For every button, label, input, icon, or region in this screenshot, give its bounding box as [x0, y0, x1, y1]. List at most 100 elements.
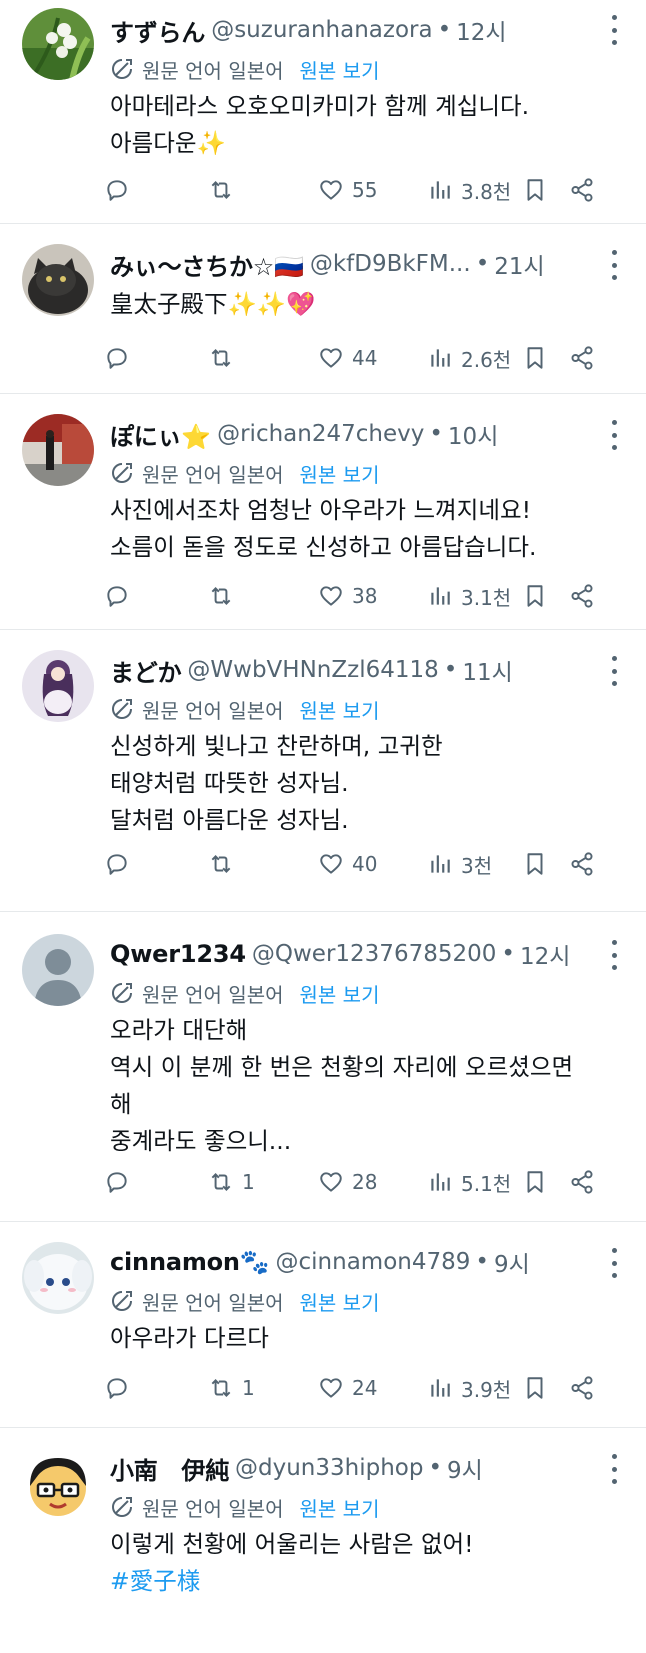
like-button[interactable]: 24: [318, 1375, 377, 1401]
separator-dot: •: [501, 941, 515, 967]
reply-icon: [107, 854, 127, 875]
retweet-button[interactable]: [208, 177, 242, 203]
reply-button[interactable]: [104, 177, 138, 203]
avatar[interactable]: [22, 650, 94, 722]
view-count: 3.8천: [461, 179, 512, 204]
user-handle[interactable]: @richan247chevy: [217, 421, 424, 447]
share-icon: [571, 1376, 593, 1400]
display-name[interactable]: Qwer1234: [110, 940, 246, 968]
reply-button[interactable]: [104, 851, 138, 877]
tweet[interactable]: まどか @WwbVHNnZzl64118 • 11시 원문 언어 일본어 원본 …: [0, 630, 646, 912]
timestamp[interactable]: 12시: [520, 937, 570, 971]
user-handle[interactable]: @suzuranhanazora: [211, 17, 432, 43]
avatar[interactable]: [22, 244, 94, 316]
bookmark-icon: [527, 179, 543, 201]
avatar[interactable]: [22, 1448, 94, 1520]
display-name[interactable]: ぽにぃ⭐: [110, 417, 211, 452]
avatar[interactable]: [22, 414, 94, 486]
like-button[interactable]: 38: [318, 583, 377, 609]
tweet[interactable]: 小南 伊純 @dyun33hiphop • 9시 원문 언어 일본어 원본 보기…: [0, 1428, 646, 1653]
like-button[interactable]: 55: [318, 177, 377, 203]
display-name[interactable]: 小南 伊純: [110, 1451, 229, 1486]
like-button[interactable]: 44: [318, 345, 377, 371]
timestamp[interactable]: 9시: [447, 1451, 483, 1485]
avatar[interactable]: [22, 1242, 94, 1314]
views-button[interactable]: 3.1천: [427, 582, 511, 611]
bookmark-button[interactable]: [522, 1375, 548, 1401]
user-handle[interactable]: @WwbVHNnZzl64118: [187, 657, 438, 683]
source-language-label: 원문 언어 일본어: [142, 1290, 284, 1315]
tweet-text: 皇太子殿下✨✨💖: [110, 286, 628, 323]
reply-button[interactable]: [104, 1375, 138, 1401]
retweet-button[interactable]: 1: [208, 1375, 255, 1401]
user-handle[interactable]: @Qwer12376785200: [252, 941, 497, 967]
views-button[interactable]: 3천: [427, 850, 492, 879]
bookmark-button[interactable]: [522, 851, 548, 877]
share-button[interactable]: [569, 583, 595, 609]
views-button[interactable]: 2.6천: [427, 344, 511, 373]
display-name[interactable]: cinnamon🐾: [110, 1248, 270, 1276]
retweet-button[interactable]: 1: [208, 1169, 255, 1195]
share-button[interactable]: [569, 1169, 595, 1195]
user-handle[interactable]: @cinnamon4789: [276, 1249, 471, 1275]
retweet-button[interactable]: [208, 345, 242, 371]
retweet-icon: [211, 855, 231, 873]
show-original-link[interactable]: 원본 보기: [300, 1493, 380, 1522]
display-name[interactable]: まどか: [110, 653, 182, 688]
views-button[interactable]: 3.8천: [427, 176, 511, 205]
user-handle[interactable]: @dyun33hiphop: [235, 1455, 423, 1481]
timestamp[interactable]: 10시: [448, 417, 498, 451]
share-button[interactable]: [569, 851, 595, 877]
reply-icon: [107, 1378, 127, 1399]
timestamp[interactable]: 12시: [456, 13, 506, 47]
bookmark-button[interactable]: [522, 583, 548, 609]
show-original-link[interactable]: 원본 보기: [300, 55, 380, 84]
translate-icon: [112, 463, 132, 483]
avatar[interactable]: [22, 934, 94, 1006]
views-icon: [431, 181, 450, 199]
timestamp[interactable]: 11시: [462, 653, 512, 687]
reply-button[interactable]: [104, 1169, 138, 1195]
bookmark-button[interactable]: [522, 1169, 548, 1195]
display-name[interactable]: みぃ〜さちか☆🇷🇺: [110, 247, 304, 282]
tweet-text: 아우라가 다르다: [110, 1320, 628, 1357]
tweet[interactable]: cinnamon🐾 @cinnamon4789 • 9시 원문 언어 일본어 원…: [0, 1222, 646, 1428]
tweet[interactable]: みぃ〜さちか☆🇷🇺 @kfD9BkFM... • 21시 皇太子殿下✨✨💖 44…: [0, 224, 646, 394]
retweet-count: 1: [242, 1170, 255, 1194]
user-handle[interactable]: @kfD9BkFM...: [310, 251, 471, 277]
tweet-text-line: 아우라가 다르다: [110, 1324, 269, 1352]
views-button[interactable]: 3.9천: [427, 1374, 511, 1403]
source-language-label: 원문 언어 일본어: [142, 58, 284, 83]
reply-button[interactable]: [104, 583, 138, 609]
retweet-button[interactable]: [208, 851, 242, 877]
timestamp[interactable]: 21시: [494, 247, 544, 281]
tweet[interactable]: Qwer1234 @Qwer12376785200 • 12시 원문 언어 일본…: [0, 912, 646, 1222]
show-original-link[interactable]: 원본 보기: [300, 695, 380, 724]
translate-icon: [112, 1291, 132, 1311]
tweet-text-line: 신성하게 빛나고 찬란하며, 고귀한: [110, 732, 443, 760]
share-button[interactable]: [569, 177, 595, 203]
avatar[interactable]: [22, 8, 94, 80]
show-original-link[interactable]: 원본 보기: [300, 459, 380, 488]
like-button[interactable]: 28: [318, 1169, 377, 1195]
source-language-label: 원문 언어 일본어: [142, 1496, 284, 1521]
tweet[interactable]: すずらん @suzuranhanazora • 12시 원문 언어 일본어 원본…: [0, 0, 646, 224]
show-original-link[interactable]: 원본 보기: [300, 979, 380, 1008]
reply-button[interactable]: [104, 345, 138, 371]
retweet-button[interactable]: [208, 583, 242, 609]
share-button[interactable]: [569, 1375, 595, 1401]
tweet[interactable]: ぽにぃ⭐ @richan247chevy • 10시 원문 언어 일본어 원본 …: [0, 394, 646, 630]
share-button[interactable]: [569, 345, 595, 371]
hashtag-link[interactable]: #愛子様: [110, 1563, 628, 1600]
heart-icon: [320, 854, 342, 874]
timestamp[interactable]: 9시: [494, 1245, 530, 1279]
views-button[interactable]: 5.1천: [427, 1168, 511, 1197]
show-original-link[interactable]: 원본 보기: [300, 1287, 380, 1316]
bookmark-button[interactable]: [522, 177, 548, 203]
display-name[interactable]: すずらん: [110, 13, 205, 48]
tweet-text-line: 사진에서조차 엄청난 아우라가 느껴지네요!: [110, 496, 531, 524]
heart-icon: [320, 586, 342, 606]
like-button[interactable]: 40: [318, 851, 377, 877]
bookmark-button[interactable]: [522, 345, 548, 371]
views-icon: [431, 587, 450, 605]
